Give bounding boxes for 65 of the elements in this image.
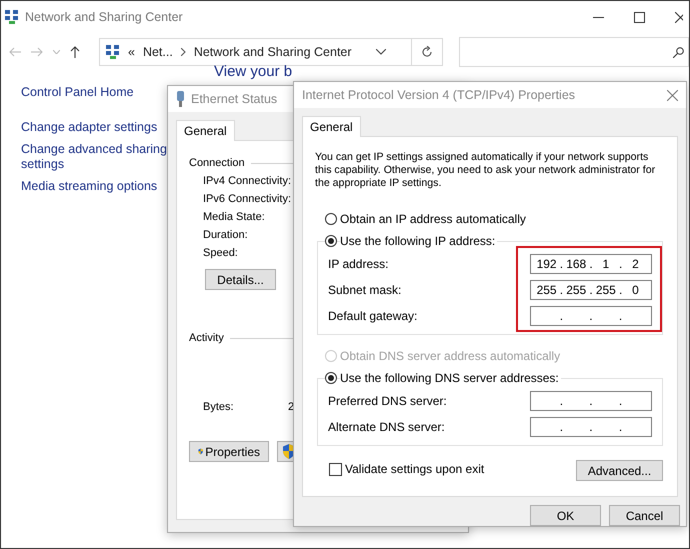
checkbox-label: Validate settings upon exit (345, 462, 484, 476)
address-bar[interactable]: « Net... Network and Sharing Center (99, 38, 443, 66)
octet: 168 (566, 257, 586, 271)
field-label: Preferred DNS server: (328, 394, 447, 408)
field-label: IPv4 Connectivity: (203, 175, 292, 187)
tab[interactable]: General (302, 116, 361, 137)
section-label: Connection (189, 157, 245, 169)
field-label: IPv6 Connectivity: (203, 193, 292, 205)
option-label: Obtain an IP address automatically (340, 212, 528, 226)
properties-button[interactable]: Properties (189, 441, 269, 462)
page-heading: View your b (214, 64, 292, 80)
octet-separator: . (618, 283, 622, 297)
octet-separator: . (589, 283, 593, 297)
octet-separator: . (618, 257, 622, 271)
field-label: Subnet mask: (328, 283, 402, 297)
ip-address-field[interactable]: 255 . 255 . 255 . 0 (530, 280, 652, 300)
sidebar-link[interactable]: Control Panel Home (21, 85, 134, 100)
octet-separator: . (589, 309, 593, 323)
octet: 255 (566, 283, 586, 297)
field-label: Bytes: (203, 401, 235, 413)
octet: 192 (536, 257, 557, 271)
ip-address-field[interactable]: 192 . 168 . 1 . 2 (530, 254, 652, 274)
octet: 1 (602, 257, 610, 271)
ok-button[interactable]: OK (530, 505, 601, 526)
octet-separator: . (560, 394, 564, 408)
octet-separator: . (589, 257, 593, 271)
octet: 255 (596, 283, 616, 297)
sidebar-link[interactable]: Change adapter settings (21, 120, 158, 135)
octet: 0 (632, 283, 639, 297)
field-label: Default gateway: (328, 309, 418, 323)
dialog-title: Ethernet Status (191, 92, 278, 106)
octet-separator: . (589, 394, 593, 408)
ip-address-field[interactable]: . . . (530, 391, 652, 411)
field-label: Speed: (203, 247, 238, 259)
field-label: Duration: (203, 229, 248, 241)
dialog-title: Internet Protocol Version 4 (TCP/IPv4) Properties (302, 88, 576, 102)
octet-separator: . (560, 309, 564, 323)
breadcrumb-overflow[interactable]: « (128, 45, 135, 59)
breadcrumb-item[interactable]: Net... (142, 45, 173, 59)
octet: 2 (632, 257, 639, 271)
breadcrumb-item[interactable]: Network and Sharing Center (194, 45, 352, 59)
octet-separator: . (560, 420, 564, 434)
details-button[interactable]: Details... (205, 269, 276, 290)
cancel-button[interactable]: Cancel (609, 505, 680, 526)
field-label: IP address: (328, 257, 388, 271)
field-label: Alternate DNS server: (328, 420, 445, 434)
option-label: Obtain DNS server address automatically (340, 349, 562, 363)
octet-separator: . (618, 420, 622, 434)
section-label: Activity (189, 332, 224, 344)
octet-separator: . (560, 257, 564, 271)
ip-address-field[interactable]: . . . (530, 306, 652, 326)
window-title: Network and Sharing Center (25, 10, 183, 24)
field-label: Media State: (203, 211, 265, 223)
sidebar-link[interactable]: Media streaming options (21, 179, 158, 194)
tab[interactable]: General (176, 120, 235, 141)
option-label: Use the following DNS server addresses: (340, 371, 561, 385)
ip-address-field[interactable]: . . . (530, 417, 652, 437)
octet-separator: . (560, 283, 564, 297)
octet: 255 (536, 283, 557, 297)
intro-text: You can get IP settings assigned automatically if your network supports this capability. Otherwise, you need to ask your network administrator for the appropriate IP settings. (315, 151, 656, 190)
octet-separator: . (589, 420, 593, 434)
octet-separator: . (618, 394, 622, 408)
option-label: Use the following IP address: (340, 234, 498, 248)
advanced-button[interactable]: Advanced... (576, 460, 663, 481)
octet-separator: . (618, 309, 622, 323)
